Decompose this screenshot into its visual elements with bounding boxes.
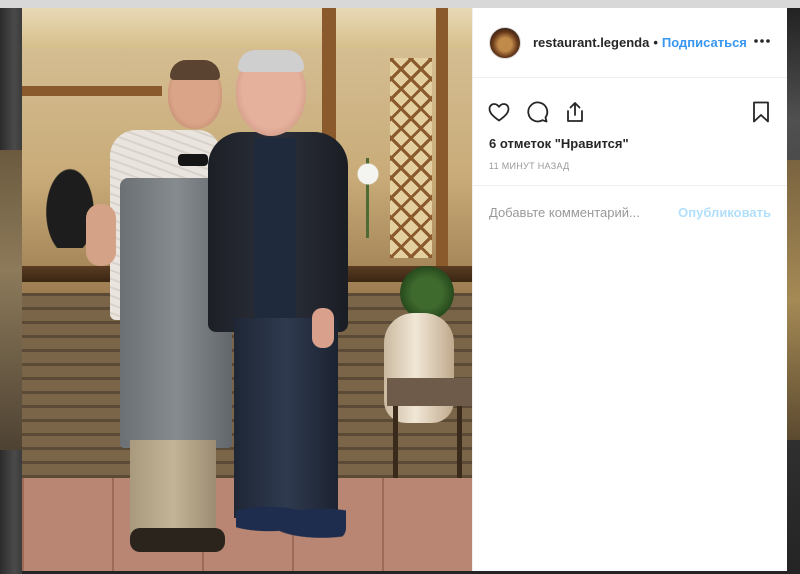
avatar[interactable] bbox=[489, 26, 521, 59]
heart-icon[interactable] bbox=[487, 100, 511, 124]
post-header: restaurant.legenda • Подписаться bbox=[473, 8, 787, 78]
post-modal: restaurant.legenda • Подписаться 6 отмет… bbox=[22, 8, 787, 571]
person-guest-hair bbox=[238, 50, 304, 72]
photo-plant bbox=[400, 266, 454, 320]
publish-button[interactable]: Опубликовать bbox=[678, 205, 771, 220]
person-guest-pants bbox=[234, 318, 338, 518]
share-icon[interactable] bbox=[563, 100, 587, 124]
person-waiter-hair bbox=[170, 60, 220, 80]
photo-lattice bbox=[390, 58, 432, 258]
follow-button[interactable]: Подписаться bbox=[662, 35, 747, 50]
comment-form: Опубликовать bbox=[473, 185, 787, 239]
photo-beam bbox=[22, 86, 162, 96]
person-waiter-arm bbox=[86, 204, 116, 266]
likes-count[interactable]: 6 отметок "Нравится" bbox=[473, 136, 787, 151]
person-guest-shoes bbox=[236, 498, 346, 540]
bookmark-icon[interactable] bbox=[749, 100, 773, 124]
more-options-icon[interactable] bbox=[753, 32, 771, 54]
photo-ceiling bbox=[22, 8, 472, 48]
background-image-right bbox=[786, 160, 800, 440]
post-side-panel: restaurant.legenda • Подписаться 6 отмет… bbox=[472, 8, 787, 571]
photo-flowers bbox=[354, 158, 382, 238]
page-top-bar bbox=[0, 0, 800, 8]
person-guest-hand bbox=[312, 308, 334, 348]
separator-dot: • bbox=[653, 35, 658, 50]
username-link[interactable]: restaurant.legenda bbox=[533, 35, 649, 50]
person-waiter-shoes bbox=[130, 528, 225, 552]
post-timestamp[interactable]: 11 МИНУТ НАЗАД bbox=[473, 151, 787, 185]
background-image-left bbox=[0, 150, 22, 450]
post-photo[interactable] bbox=[22, 8, 472, 571]
comment-icon[interactable] bbox=[525, 100, 549, 124]
post-actions bbox=[473, 88, 787, 136]
photo-beam bbox=[436, 8, 448, 288]
photo-chair bbox=[387, 378, 472, 478]
person-guest-tshirt bbox=[254, 138, 296, 318]
comment-input[interactable] bbox=[489, 205, 679, 220]
person-waiter-bowtie bbox=[178, 154, 208, 166]
